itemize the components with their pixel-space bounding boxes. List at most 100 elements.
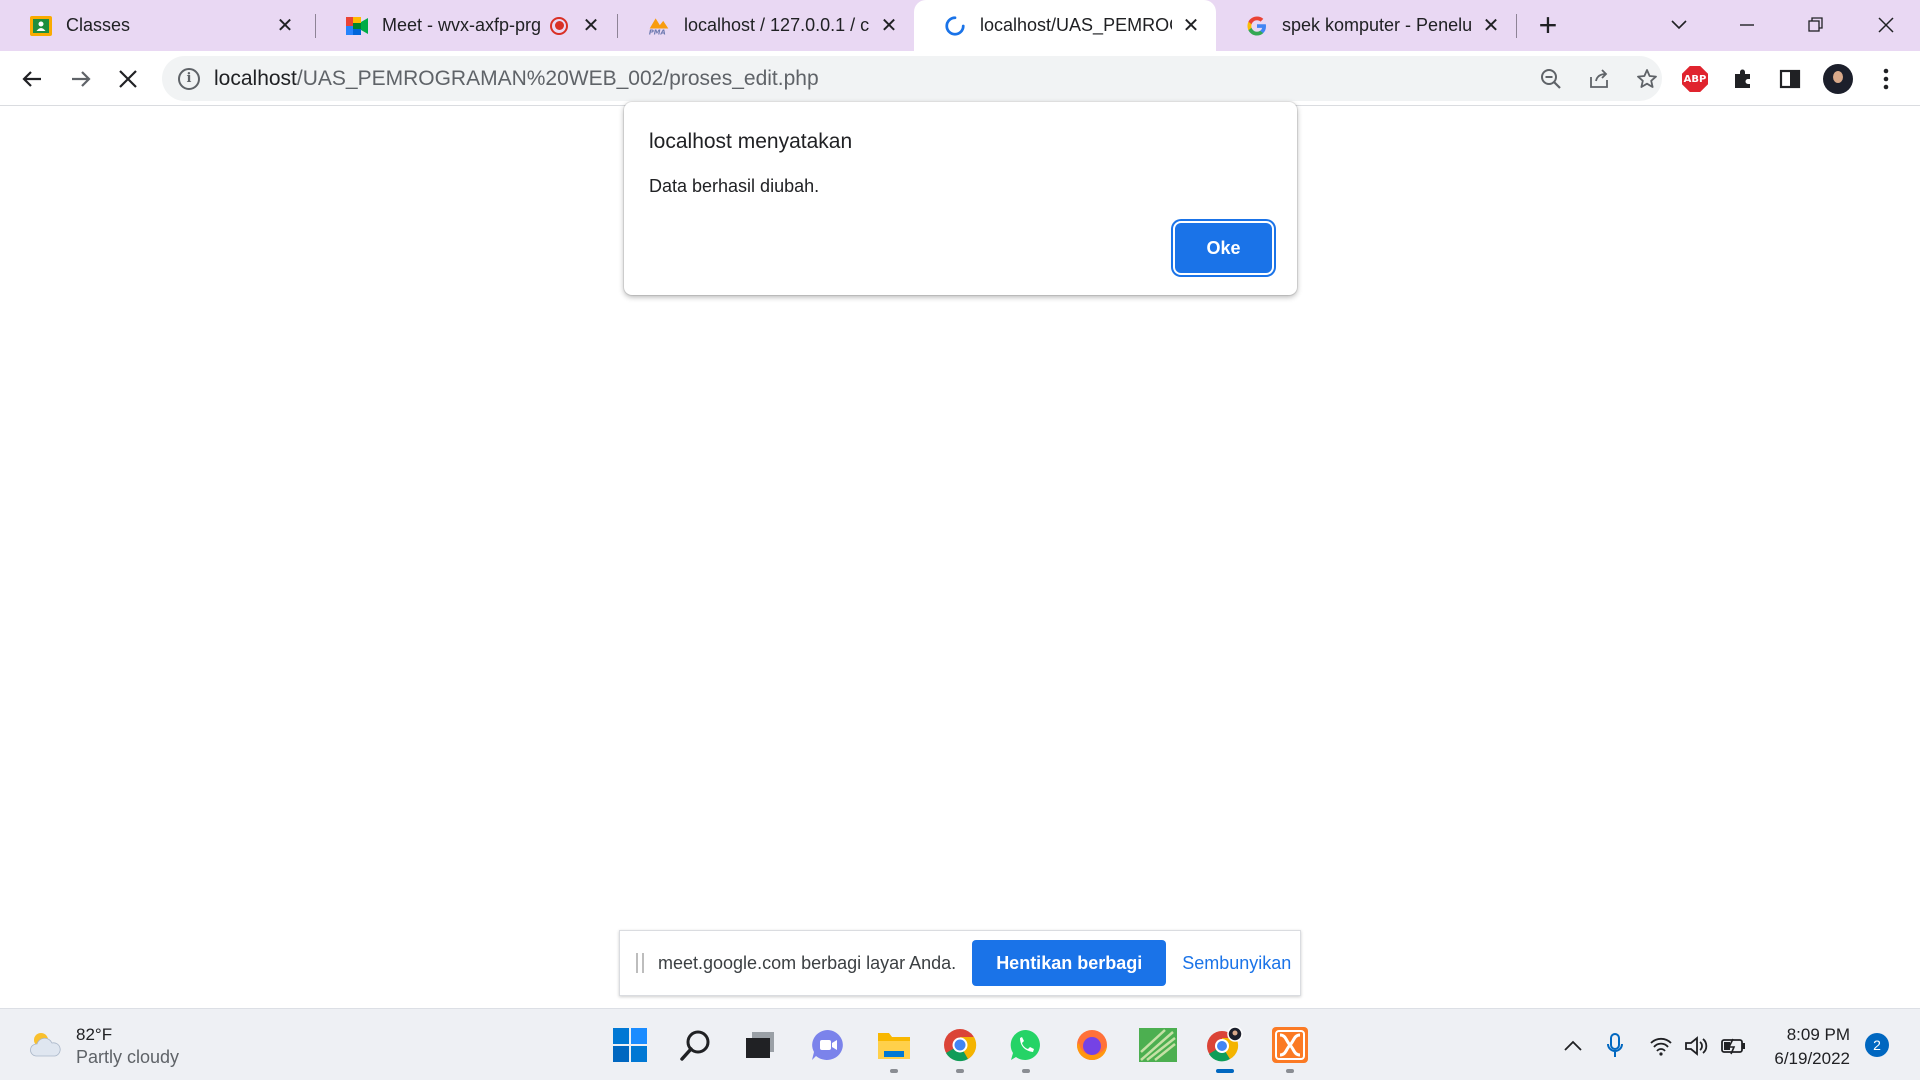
chevron-up-icon [1564,1040,1582,1051]
adblock-extension-button[interactable]: ABP [1677,61,1713,97]
google-classroom-icon [30,15,52,37]
arrow-left-icon [22,71,41,87]
side-panel-button[interactable] [1772,61,1808,97]
share-icon [1590,69,1608,88]
tab-google-search[interactable]: spek komputer - Penelusuran ✕ [1216,0,1516,51]
running-indicator [890,1069,898,1073]
taskbar: 82°F Partly cloudy 8:09 PM 6/19/2022 2 [0,1008,1920,1080]
clock-time: 8:09 PM [1786,1025,1850,1044]
chrome-icon[interactable] [940,1025,980,1073]
app-icon[interactable] [1138,1025,1178,1065]
weather-condition: Partly cloudy [76,1047,180,1067]
puzzle-icon [1735,69,1750,88]
tab-separator [1516,14,1517,38]
forward-button[interactable] [63,61,99,97]
loading-spinner-icon [944,15,966,37]
close-icon [1878,17,1894,33]
avatar [1823,64,1853,94]
stop-sharing-button[interactable]: Hentikan berbagi [972,940,1167,986]
tab-search-button[interactable] [1659,8,1699,42]
restore-icon [1808,17,1823,32]
close-icon[interactable]: ✕ [878,15,900,37]
stop-loading-button[interactable] [110,61,146,97]
arrow-right-icon [72,71,91,87]
weather-temperature: 82°F [76,1025,113,1044]
tab-title: spek komputer - Penelusuran [1282,15,1472,35]
phpmyadmin-icon: PMA [648,15,670,37]
back-button[interactable] [14,61,50,97]
recording-icon [550,16,568,35]
menu-button[interactable] [1868,61,1904,97]
microphone-icon[interactable] [1600,1031,1630,1061]
notification-badge[interactable]: 2 [1865,1033,1889,1057]
ok-button[interactable]: Oke [1175,223,1272,273]
url-text[interactable]: localhost/UAS_PEMROGRAMAN%20WEB_002/pros… [214,67,819,91]
task-view-icon[interactable] [740,1025,780,1065]
minimize-button[interactable] [1727,8,1767,42]
url-path: /UAS_PEMROGRAMAN%20WEB_002/proses_edit.p… [296,66,819,90]
teams-chat-icon[interactable] [808,1025,848,1065]
close-icon[interactable]: ✕ [1480,15,1502,37]
dialog-message: Data berhasil diubah. [649,176,820,196]
xampp-icon[interactable] [1270,1025,1310,1073]
zoom-button[interactable] [1536,64,1566,94]
restore-button[interactable] [1796,8,1836,42]
file-explorer-icon[interactable] [874,1025,914,1073]
zoom-out-icon [1541,69,1561,89]
close-icon[interactable]: ✕ [1180,15,1202,37]
whatsapp-icon[interactable] [1006,1025,1046,1073]
wifi-icon[interactable] [1646,1031,1676,1061]
stop-icon [119,70,137,88]
extensions-button[interactable] [1725,61,1761,97]
tab-title: localhost/UAS_PEMROGRAMAN [980,15,1172,35]
weather-widget[interactable]: 82°F Partly cloudy [28,1023,228,1071]
hide-button[interactable]: Sembunyikan [1182,953,1291,974]
tab-title: Classes [66,15,131,35]
tab-strip: Classes ✕ Meet - wvx-axfp-prg ✕ PMA loca… [0,0,1920,51]
profile-button[interactable] [1820,61,1856,97]
share-button[interactable] [1584,64,1614,94]
volume-icon[interactable] [1682,1031,1712,1061]
minimize-icon [1740,24,1754,26]
google-meet-icon [346,15,368,37]
drag-handle[interactable] [636,953,644,973]
new-tab-button[interactable]: + [1532,9,1564,42]
star-icon [1637,69,1657,88]
dialog-title: localhost menyatakan [649,130,853,153]
bookmark-button[interactable] [1632,64,1662,94]
clock-date: 6/19/2022 [1774,1049,1850,1068]
firefox-icon[interactable] [1072,1025,1112,1065]
running-indicator [1022,1069,1030,1073]
adblock-plus-icon: ABP [1682,66,1708,92]
show-hidden-icons-button[interactable] [1558,1031,1588,1061]
close-icon[interactable]: ✕ [274,15,296,37]
tab-meet[interactable]: Meet - wvx-axfp-prg ✕ [316,0,616,51]
tab-phpmyadmin[interactable]: PMA localhost / 127.0.0.1 / crud ✕ [618,0,914,51]
search-icon[interactable] [676,1025,716,1065]
system-clock[interactable]: 8:09 PM 6/19/2022 [1758,1023,1850,1071]
running-indicator [956,1069,964,1073]
close-icon[interactable]: ✕ [580,15,602,37]
windows-start-icon[interactable] [610,1025,650,1065]
close-window-button[interactable] [1866,8,1906,42]
chrome-profile-icon[interactable] [1204,1025,1244,1073]
tab-title: Meet - wvx-axfp-prg [382,15,542,35]
svg-text:PMA: PMA [649,28,666,36]
share-message: meet.google.com berbagi layar Anda. [658,952,957,973]
partly-cloudy-icon [30,1033,61,1057]
more-vertical-icon [1883,68,1889,90]
google-icon [1246,15,1268,37]
tab-uas-pemrograman[interactable]: localhost/UAS_PEMROGRAMAN ✕ [914,0,1216,51]
alert-dialog: localhost menyatakan Data berhasil diuba… [624,102,1297,295]
tab-classes[interactable]: Classes ✕ [0,0,310,51]
tab-title: localhost / 127.0.0.1 / crud [684,15,870,35]
site-info-icon[interactable]: i [178,67,200,90]
side-panel-icon [1779,69,1801,89]
chevron-down-icon [1671,20,1687,30]
address-bar[interactable]: i localhost/UAS_PEMROGRAMAN%20WEB_002/pr… [162,56,1662,101]
url-host: localhost [214,66,297,90]
active-indicator [1216,1069,1234,1073]
battery-icon[interactable] [1718,1031,1748,1061]
running-indicator [1286,1069,1294,1073]
browser-toolbar: i localhost/UAS_PEMROGRAMAN%20WEB_002/pr… [0,51,1920,106]
